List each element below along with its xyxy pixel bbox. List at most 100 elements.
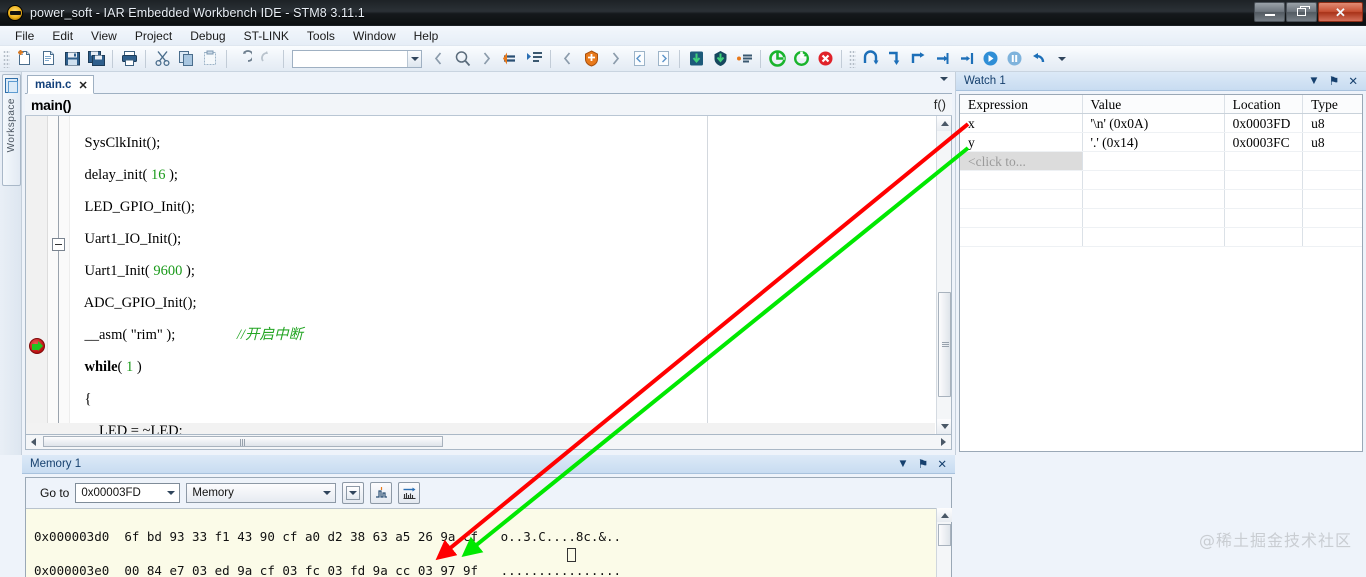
reset-icon[interactable] <box>765 48 789 70</box>
watch-grid[interactable]: Expression Value Location Type x '\n' (0… <box>959 94 1363 452</box>
memory-options-icon[interactable] <box>342 482 365 504</box>
watch-row-x[interactable]: x '\n' (0x0A) 0x0003FD u8 <box>960 114 1362 133</box>
debug-without-download-icon[interactable] <box>708 48 732 70</box>
watch-row-blank[interactable] <box>960 171 1362 190</box>
watch-cell-value[interactable] <box>1083 190 1225 208</box>
menu-view[interactable]: View <box>82 27 126 45</box>
fold-collapse-icon[interactable] <box>52 238 65 251</box>
copy-icon[interactable] <box>174 48 198 70</box>
menu-help[interactable]: Help <box>405 27 448 45</box>
editor-tab-list-icon[interactable] <box>940 77 948 81</box>
chevron-down-icon[interactable] <box>319 484 335 502</box>
download-debug-icon[interactable] <box>684 48 708 70</box>
navigate-back-icon[interactable] <box>426 48 450 70</box>
editor-horizontal-scrollbar[interactable] <box>25 435 952 450</box>
chevron-down-icon[interactable] <box>407 50 421 67</box>
save-all-icon[interactable] <box>84 48 108 70</box>
compile-icon[interactable] <box>627 48 651 70</box>
memory-save-icon[interactable] <box>398 482 421 504</box>
menu-debug[interactable]: Debug <box>181 27 234 45</box>
editor-text-area[interactable]: SysClkInit(); delay_init( 16 ); LED_GPIO… <box>25 116 952 435</box>
open-document-icon[interactable] <box>36 48 60 70</box>
memory-fill-icon[interactable] <box>370 482 393 504</box>
scroll-right-button[interactable] <box>936 435 951 448</box>
return-icon[interactable] <box>1026 48 1050 70</box>
menu-edit[interactable]: Edit <box>43 27 82 45</box>
step-out-icon[interactable] <box>906 48 930 70</box>
goto-declaration-icon[interactable] <box>498 48 522 70</box>
memory-vscroll-thumb[interactable] <box>938 524 951 546</box>
editor-gutter[interactable] <box>26 116 48 434</box>
watch-cell-value[interactable] <box>1083 209 1225 227</box>
watch-cell-expression[interactable] <box>960 171 1083 189</box>
watch-row-blank[interactable] <box>960 209 1362 228</box>
watch-cell-value[interactable] <box>1083 228 1225 246</box>
menu-tools[interactable]: Tools <box>298 27 344 45</box>
watch-cell-expression[interactable] <box>960 209 1083 227</box>
print-icon[interactable] <box>117 48 141 70</box>
watch-menu-icon[interactable]: ▼ <box>1308 75 1319 87</box>
bookmark-next-icon[interactable] <box>603 48 627 70</box>
cut-icon[interactable] <box>150 48 174 70</box>
editor-fold-column[interactable] <box>48 116 70 434</box>
memory-zone-select[interactable]: Memory <box>186 483 337 503</box>
bookmark-toggle-icon[interactable] <box>522 48 546 70</box>
memory-hex-view[interactable]: 0x000003d0 6f bd 93 33 f1 43 90 cf a0 d2… <box>26 508 951 577</box>
scroll-up-button[interactable] <box>937 508 952 522</box>
watch-row-blank[interactable] <box>960 228 1362 247</box>
tab-main-c[interactable]: main.c ✕ <box>27 75 94 94</box>
next-statement-icon[interactable] <box>930 48 954 70</box>
memory-bytes[interactable]: 00 84 e7 03 ed 9a cf 03 fc 03 fd 9a cc 0… <box>124 563 478 577</box>
find-icon[interactable] <box>450 48 474 70</box>
memory-bytes[interactable]: 6f bd 93 33 f1 43 90 cf a0 d2 38 63 a5 2… <box>124 529 478 544</box>
save-icon[interactable] <box>60 48 84 70</box>
watch-close-icon[interactable]: ✕ <box>1348 74 1358 88</box>
watch-cell-value[interactable]: '.' (0x14) <box>1083 133 1225 151</box>
watch-cell-expression[interactable] <box>960 228 1083 246</box>
watch-row-add[interactable]: <click to... <box>960 152 1362 171</box>
restart-icon[interactable] <box>789 48 813 70</box>
run-to-cursor-icon[interactable] <box>954 48 978 70</box>
memory-close-icon[interactable]: ✕ <box>937 457 947 471</box>
build-output-icon[interactable] <box>732 48 756 70</box>
go-icon[interactable] <box>978 48 1002 70</box>
watch-cell-expression[interactable]: x <box>960 114 1083 132</box>
memory-goto-input[interactable]: 0x00003FD <box>75 483 181 503</box>
make-icon[interactable] <box>651 48 675 70</box>
redo-icon[interactable] <box>255 48 279 70</box>
menu-stlink[interactable]: ST-LINK <box>235 27 298 45</box>
watch-pin-icon[interactable]: ⚑ <box>1329 74 1340 88</box>
minimize-button[interactable] <box>1254 2 1285 22</box>
more-options-icon[interactable] <box>1050 48 1074 70</box>
chevron-down-icon[interactable] <box>163 484 179 502</box>
undo-icon[interactable] <box>231 48 255 70</box>
menu-window[interactable]: Window <box>344 27 405 45</box>
step-into-icon[interactable] <box>882 48 906 70</box>
scroll-up-button[interactable] <box>937 116 951 131</box>
watch-col-value[interactable]: Value <box>1083 95 1225 113</box>
tab-close-icon[interactable]: ✕ <box>78 79 87 92</box>
breakpoint-current-line-icon[interactable] <box>29 338 45 354</box>
scroll-left-button[interactable] <box>26 436 41 449</box>
sidebar-item-workspace[interactable]: Workspace <box>2 74 21 186</box>
watch-row-blank[interactable] <box>960 190 1362 209</box>
watch-row-y[interactable]: y '.' (0x14) 0x0003FC u8 <box>960 133 1362 152</box>
bookmark-prev-icon[interactable] <box>555 48 579 70</box>
stop-debug-icon[interactable] <box>813 48 837 70</box>
memory-menu-icon[interactable]: ▼ <box>897 458 908 470</box>
watch-col-expression[interactable]: Expression <box>960 95 1083 113</box>
watch-cell-value[interactable]: '\n' (0x0A) <box>1083 114 1225 132</box>
maximize-button[interactable] <box>1286 2 1317 22</box>
paste-icon[interactable] <box>198 48 222 70</box>
menu-file[interactable]: File <box>6 27 43 45</box>
toolbar-search-combo[interactable] <box>292 49 422 68</box>
step-over-icon[interactable] <box>858 48 882 70</box>
memory-vertical-scrollbar[interactable] <box>936 508 952 577</box>
watch-cell-expression[interactable]: y <box>960 133 1083 151</box>
memory-pin-icon[interactable]: ⚑ <box>918 457 929 471</box>
toolbar-grip[interactable] <box>3 49 10 68</box>
watch-col-type[interactable]: Type <box>1303 95 1362 113</box>
watch-cell-expression[interactable] <box>960 190 1083 208</box>
watch-cell-value[interactable] <box>1083 152 1225 170</box>
break-icon[interactable] <box>1002 48 1026 70</box>
